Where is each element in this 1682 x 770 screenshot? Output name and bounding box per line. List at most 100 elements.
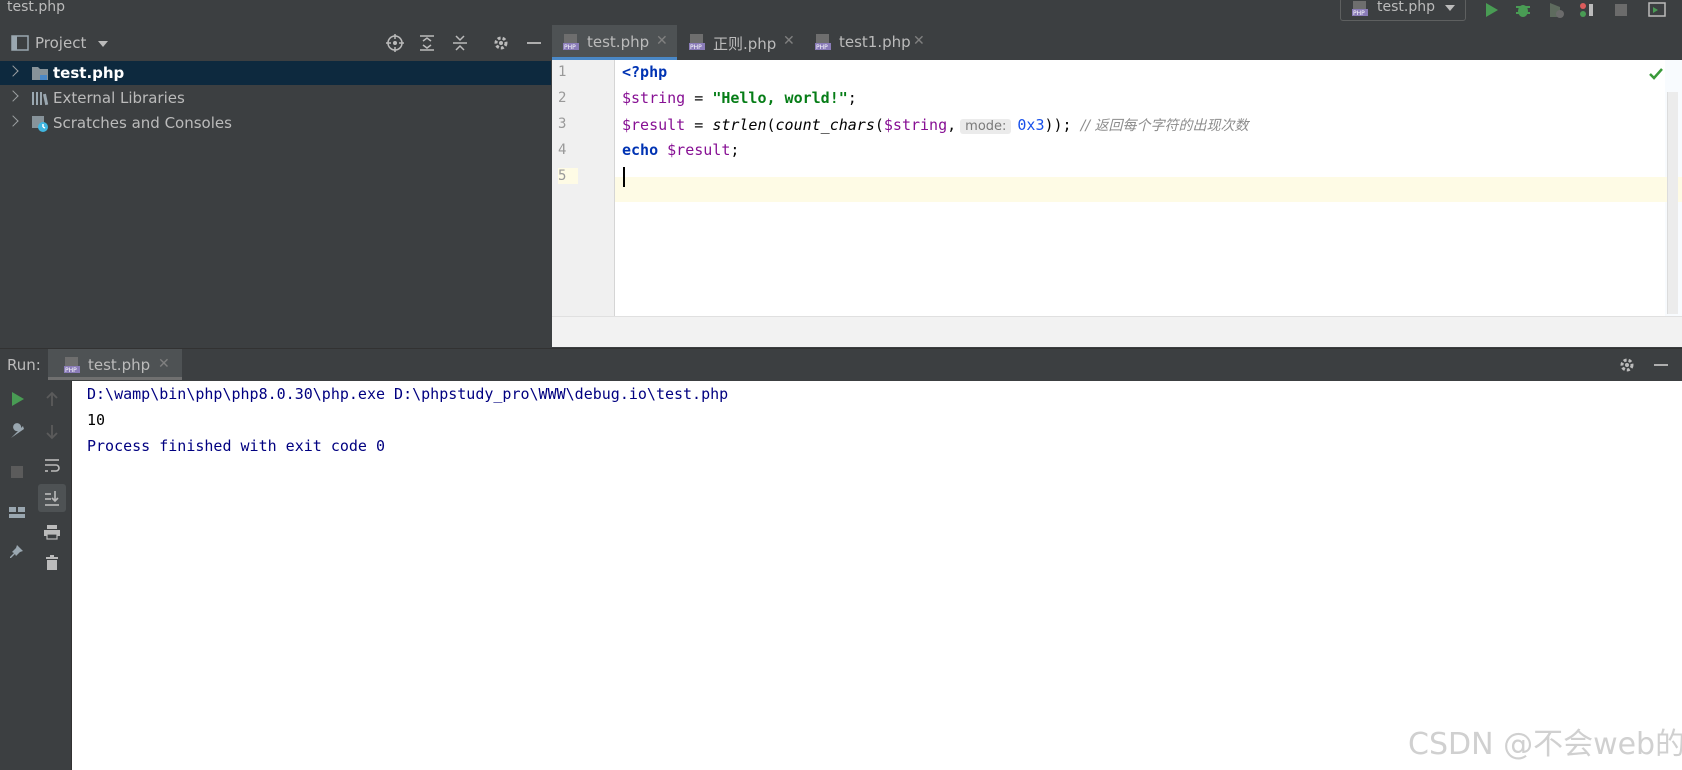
gear-icon[interactable]: [1618, 356, 1636, 374]
code-punctuation: (: [766, 116, 776, 134]
rerun-icon[interactable]: [8, 390, 26, 408]
title-bar: test.php PHP test.php: [0, 0, 1682, 24]
line-number: 4: [558, 142, 567, 158]
tree-item-scratches[interactable]: Scratches and Consoles: [0, 111, 551, 135]
locate-icon[interactable]: [386, 34, 404, 52]
run-tool-window-header: Run: PHP test.php ✕: [0, 348, 1682, 381]
tab-test-php[interactable]: PHP test.php ✕: [552, 25, 677, 60]
code-function: count_chars: [775, 116, 875, 134]
soft-wrap-icon[interactable]: [43, 456, 61, 474]
chevron-right-icon[interactable]: [7, 90, 19, 102]
code-line-3: $result = strlen(count_chars($string, mod…: [622, 115, 1249, 135]
code-punctuation: ));: [1044, 116, 1081, 134]
php-file-icon: PHP: [1352, 1, 1368, 17]
expand-all-icon[interactable]: [418, 34, 436, 52]
close-icon[interactable]: ✕: [783, 33, 795, 49]
pin-icon[interactable]: [8, 543, 26, 561]
watermark: CSDN @不会web的小白: [1408, 727, 1682, 762]
code-variable: $string: [883, 116, 948, 134]
scratches-icon: [32, 116, 48, 132]
php-file-icon: PHP: [815, 34, 831, 51]
project-tool-window: Project test.php External Libraries Scra…: [0, 25, 551, 347]
layout-icon[interactable]: [8, 503, 26, 521]
code-comment: // 返回每个字符的出现次数: [1080, 118, 1249, 134]
php-file-icon: PHP: [64, 357, 80, 374]
stop-icon[interactable]: [8, 463, 26, 481]
tree-item-label: Scratches and Consoles: [53, 114, 232, 132]
tree-item-test-php[interactable]: test.php: [0, 61, 551, 85]
tree-item-external-libraries[interactable]: External Libraries: [0, 86, 551, 110]
terminal-icon[interactable]: [1648, 1, 1666, 19]
close-icon[interactable]: ✕: [656, 33, 668, 49]
coverage-icon[interactable]: [1547, 1, 1565, 19]
console-command-line: D:\wamp\bin\php\php8.0.30\php.exe D:\php…: [87, 385, 729, 403]
code-line-2: $string = "Hello, world!";: [622, 89, 857, 107]
scroll-to-end-toggle[interactable]: [38, 484, 66, 512]
run-toolbar-secondary: [34, 381, 72, 770]
run-toolbar-primary: [0, 381, 34, 770]
tab-regex-php[interactable]: PHP 正则.php ✕: [678, 25, 803, 60]
collapse-all-icon[interactable]: [451, 34, 469, 52]
gear-icon[interactable]: [492, 34, 510, 52]
current-line-highlight: [552, 177, 1682, 202]
line-number: 5: [558, 168, 578, 184]
print-icon[interactable]: [43, 523, 61, 541]
wrench-icon[interactable]: [8, 423, 26, 441]
svg-text:PHP: PHP: [1353, 10, 1365, 17]
run-icon[interactable]: [1482, 1, 1500, 19]
tree-item-label: test.php: [53, 64, 125, 82]
window-title: test.php: [7, 0, 65, 15]
close-icon[interactable]: ✕: [158, 356, 170, 372]
close-icon[interactable]: ✕: [913, 33, 925, 49]
code-operator: =: [685, 116, 713, 134]
code-string: "Hello, world!": [712, 89, 848, 107]
line-number: 1: [558, 64, 567, 80]
debug-icon[interactable]: [1514, 1, 1532, 19]
svg-text:PHP: PHP: [564, 44, 576, 51]
php-file-icon: PHP: [689, 34, 705, 51]
run-configuration-dropdown[interactable]: PHP test.php: [1340, 0, 1466, 21]
svg-text:PHP: PHP: [65, 367, 77, 374]
tab-label: test1.php: [839, 33, 911, 51]
editor-tab-bar: PHP test.php ✕ PHP 正则.php ✕ PHP test1.ph…: [552, 25, 1682, 60]
run-tab-test-php[interactable]: PHP test.php ✕: [48, 349, 182, 380]
chevron-down-icon: [1445, 5, 1455, 11]
console-output-line: 10: [87, 411, 106, 429]
minimize-icon[interactable]: [525, 34, 543, 52]
line-number-gutter[interactable]: 1 2 3 4 5: [552, 60, 615, 316]
check-icon[interactable]: [1648, 66, 1664, 82]
svg-text:PHP: PHP: [816, 44, 828, 51]
code-keyword: echo: [622, 141, 659, 159]
profiler-icon[interactable]: [1578, 1, 1596, 19]
project-view-selector[interactable]: Project: [35, 34, 86, 52]
minimize-icon[interactable]: [1652, 356, 1670, 374]
code-number: 0x3: [1017, 116, 1045, 134]
tab-label: test.php: [587, 33, 650, 51]
chevron-right-icon[interactable]: [7, 115, 19, 127]
code-variable: $result: [667, 141, 731, 159]
folder-icon: [32, 67, 48, 80]
code-punctuation: ;: [730, 141, 740, 159]
editor-scrollbar[interactable]: [1667, 92, 1678, 314]
console-exit-line: Process finished with exit code 0: [87, 437, 386, 455]
trash-icon[interactable]: [43, 553, 61, 571]
code-variable: $result: [622, 116, 686, 134]
tab-test1-php[interactable]: PHP test1.php ✕: [804, 25, 932, 60]
chevron-down-icon[interactable]: [98, 41, 108, 47]
php-file-icon: PHP: [563, 34, 579, 51]
code-variable: $string: [622, 89, 686, 107]
text-caret: [623, 167, 625, 187]
tree-item-label: External Libraries: [53, 89, 185, 107]
code-punctuation: ;: [847, 89, 857, 107]
scroll-to-end-icon: [45, 491, 59, 506]
arrow-up-icon[interactable]: [43, 390, 61, 408]
chevron-right-icon[interactable]: [7, 65, 19, 77]
run-console[interactable]: D:\wamp\bin\php\php8.0.30\php.exe D:\php…: [72, 381, 1682, 770]
stop-icon[interactable]: [1612, 1, 1630, 19]
project-panel-icon: [11, 35, 29, 51]
code-punctuation: ,: [947, 116, 957, 134]
code-editor[interactable]: 1 2 3 4 5 <?php $string = "Hello, world!…: [552, 60, 1682, 347]
arrow-down-icon[interactable]: [43, 423, 61, 441]
code-line-1: <?php: [622, 63, 667, 81]
